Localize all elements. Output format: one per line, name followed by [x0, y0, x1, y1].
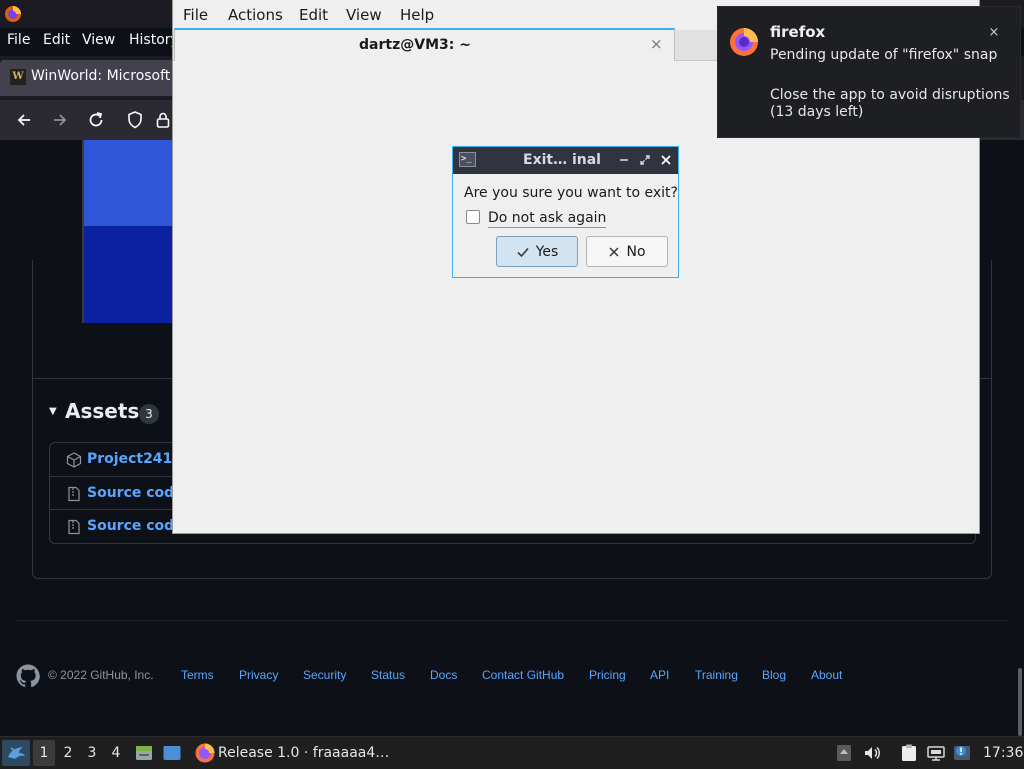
package-icon	[66, 452, 82, 468]
dialog-question-text: Are you sure you want to exit?	[464, 185, 678, 201]
footer-copyright: © 2022 GitHub, Inc.	[48, 668, 154, 682]
terminal-menu-actions[interactable]: Actions	[228, 6, 283, 24]
terminal-menu-file[interactable]: File	[183, 6, 208, 24]
forward-arrow-icon[interactable]	[50, 110, 70, 130]
page-scrollbar[interactable]	[1018, 668, 1022, 736]
start-menu-button[interactable]	[2, 740, 30, 766]
file-manager-icon[interactable]	[134, 743, 154, 763]
terminal-tab[interactable]: dartz@VM3: ~ ×	[174, 28, 675, 61]
taskbar-task-label: Release 1.0 · fraaaaa4…	[218, 745, 390, 761]
release-screenshot-image	[82, 140, 178, 323]
yes-button[interactable]: Yes	[496, 236, 578, 267]
terminal-menu-help[interactable]: Help	[400, 6, 434, 24]
github-logo-icon[interactable]	[16, 664, 40, 688]
dialog-title: Exit… inal	[523, 152, 601, 168]
footer-link-status[interactable]: Status	[371, 668, 405, 682]
network-icon[interactable]	[926, 743, 946, 763]
do-not-ask-checkbox[interactable]	[466, 210, 480, 224]
file-zip-icon	[68, 486, 80, 502]
footer-link-api[interactable]: API	[650, 668, 669, 682]
file-zip-icon	[68, 519, 80, 535]
winworld-favicon-icon: W	[10, 69, 26, 85]
bird-logo-icon	[8, 747, 25, 759]
assets-collapse-caret-icon[interactable]: ▼	[49, 406, 57, 417]
exit-confirm-dialog: >_ Exit… inal Are you sure you want to e…	[452, 146, 679, 278]
terminal-tab-close-icon[interactable]: ×	[650, 35, 663, 53]
cross-icon	[609, 246, 619, 257]
checkmark-icon	[517, 247, 529, 257]
minimize-icon[interactable]	[617, 153, 631, 167]
asset-link[interactable]: Source code	[87, 485, 184, 501]
terminal-menu-view[interactable]: View	[346, 6, 382, 24]
notification-close-icon[interactable]: ×	[986, 25, 1002, 41]
clock[interactable]: 17:36	[983, 745, 1023, 761]
yes-button-label: Yes	[535, 243, 559, 260]
notification-summary: Pending update of "firefox" snap	[770, 47, 998, 63]
terminal-app-icon: >_	[459, 152, 476, 167]
taskbar: 1 2 3 4 Release 1.0 · fraaaaa4… 17:36	[0, 736, 1024, 769]
no-button-label: No	[626, 243, 646, 260]
footer-link-training[interactable]: Training	[695, 668, 738, 682]
footer-link-about[interactable]: About	[811, 668, 842, 682]
firefox-tab-title: WinWorld: Microsoft W	[31, 68, 189, 84]
footer-divider	[16, 620, 1008, 621]
update-notification[interactable]: firefox Pending update of "firefox" snap…	[718, 7, 1020, 137]
firefox-logo-icon	[195, 743, 215, 763]
maximize-icon[interactable]	[638, 153, 652, 167]
footer-link-contact[interactable]: Contact GitHub	[482, 668, 564, 682]
no-button[interactable]: No	[586, 236, 668, 267]
footer-link-terms[interactable]: Terms	[181, 668, 214, 682]
desktop-2-button[interactable]: 2	[57, 740, 79, 766]
close-icon[interactable]	[659, 153, 673, 167]
footer-link-docs[interactable]: Docs	[430, 668, 457, 682]
firefox-logo-icon	[5, 6, 21, 22]
firefox-logo-icon	[730, 28, 758, 56]
back-arrow-icon[interactable]	[14, 110, 34, 130]
firefox-menu-file[interactable]: File	[7, 32, 30, 48]
do-not-ask-label[interactable]: Do not ask again	[488, 210, 607, 228]
firefox-menu-edit[interactable]: Edit	[43, 32, 70, 48]
volume-icon[interactable]	[862, 743, 882, 763]
terminal-tab-title: dartz@VM3: ~	[359, 37, 471, 53]
firefox-menu-history[interactable]: History	[129, 32, 179, 48]
update-notifier-icon[interactable]	[952, 743, 972, 763]
desktop-1-button[interactable]: 1	[33, 740, 55, 766]
release-screenshot-sky	[84, 140, 178, 226]
dialog-titlebar[interactable]: >_ Exit… inal	[453, 147, 678, 174]
notification-app-name: firefox	[770, 23, 826, 41]
taskbar-task-firefox[interactable]: Release 1.0 · fraaaaa4…	[192, 740, 392, 766]
footer-link-blog[interactable]: Blog	[762, 668, 786, 682]
footer-link-privacy[interactable]: Privacy	[239, 668, 278, 682]
clipboard-icon[interactable]	[899, 743, 919, 763]
footer-link-security[interactable]: Security	[303, 668, 346, 682]
notification-body: Close the app to avoid disruptions (13 d…	[770, 87, 1010, 120]
assets-count-badge: 3	[139, 404, 159, 424]
desktop-4-button[interactable]: 4	[105, 740, 127, 766]
asset-link[interactable]: Source code	[87, 518, 184, 534]
firefox-menu-view[interactable]: View	[82, 32, 115, 48]
footer-link-pricing[interactable]: Pricing	[589, 668, 626, 682]
lock-icon[interactable]	[153, 110, 173, 130]
assets-heading[interactable]: Assets	[65, 399, 139, 423]
tracking-shield-icon[interactable]	[125, 110, 145, 130]
terminal-menu-edit[interactable]: Edit	[299, 6, 328, 24]
tray-expand-icon[interactable]	[834, 743, 854, 763]
desktop-3-button[interactable]: 3	[81, 740, 103, 766]
show-desktop-icon[interactable]	[162, 743, 182, 763]
reload-icon[interactable]	[86, 110, 106, 130]
